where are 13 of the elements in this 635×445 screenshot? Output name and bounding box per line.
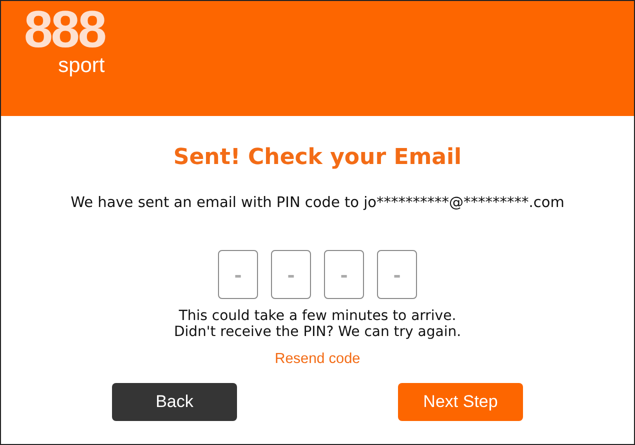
info-text: This could take a few minutes to arrive. <box>178 308 456 324</box>
logo-word: sport <box>58 55 105 77</box>
logo-number: 888 <box>24 5 105 55</box>
page-title: Sent! Check your Email <box>173 144 462 172</box>
pin-digit-field[interactable]: - <box>324 250 364 299</box>
resend-link[interactable]: Resend code <box>274 350 360 368</box>
message-text: We have sent an email with PIN code to jo**********@*********.com <box>70 194 564 212</box>
pin-digit-field[interactable]: - <box>271 250 311 299</box>
pin-digit-field[interactable]: - <box>377 250 417 299</box>
step-button[interactable]: Back <box>112 383 237 421</box>
info-text: Didn't receive the PIN? We can try again. <box>174 324 462 340</box>
step-button[interactable]: Next Step <box>398 383 523 421</box>
pin-digit-field[interactable]: - <box>218 250 258 299</box>
